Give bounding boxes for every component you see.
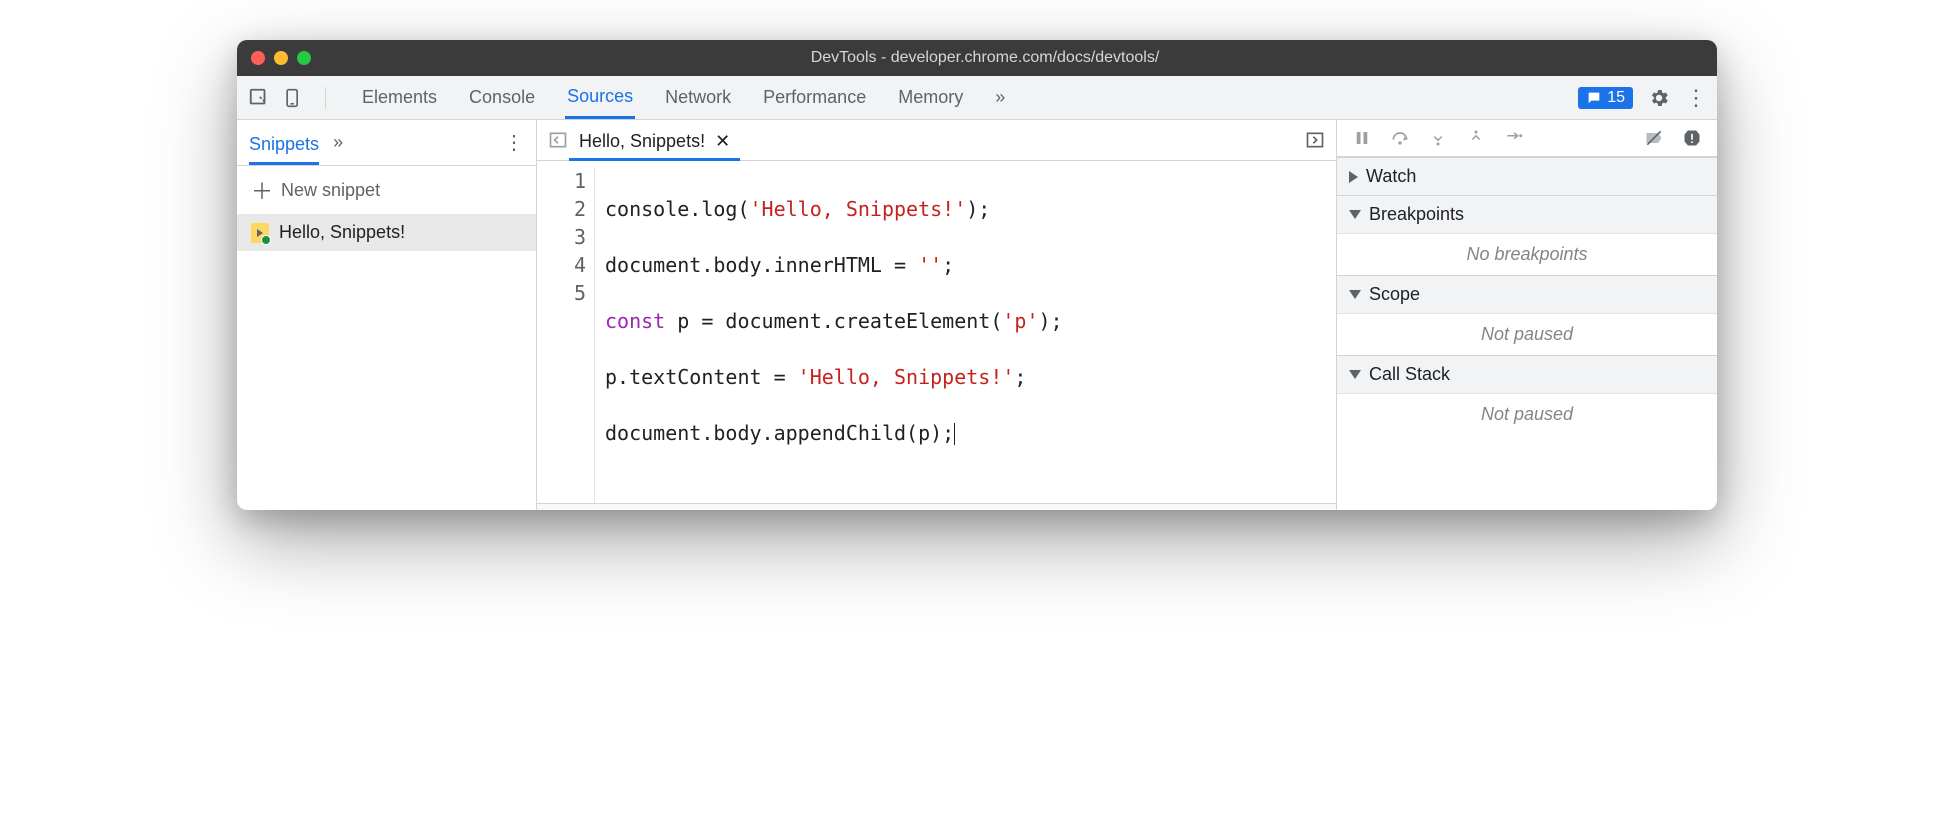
new-snippet-label: New snippet [281,180,380,201]
code-content[interactable]: console.log('Hello, Snippets!'); documen… [595,167,1332,503]
tab-sources[interactable]: Sources [565,77,635,119]
editor-status-bar: { } Line 5, Column 30 ⌘+Enter Coverage: … [537,503,1336,510]
tab-network[interactable]: Network [663,78,733,117]
line-gutter: 1 2 3 4 5 [541,167,595,503]
debugger-panel: Watch Breakpoints No breakpoints Scope N… [1337,120,1717,510]
devtools-window: DevTools - developer.chrome.com/docs/dev… [237,40,1717,510]
kebab-menu-icon[interactable]: ⋮ [1685,85,1707,111]
snippet-file-icon [251,223,269,243]
chevron-down-icon [1349,370,1361,379]
scope-section-header[interactable]: Scope [1337,275,1717,313]
snippet-name: Hello, Snippets! [279,222,405,243]
chevron-down-icon [1349,290,1361,299]
main-toolbar: Elements Console Sources Network Perform… [237,76,1717,120]
nav-left-icon[interactable] [547,129,569,151]
close-tab-icon[interactable]: ✕ [715,131,730,152]
navigator-overflow-icon[interactable]: » [333,128,343,157]
step-into-icon[interactable] [1427,127,1449,149]
step-icon[interactable] [1503,127,1525,149]
code-editor[interactable]: 1 2 3 4 5 console.log('Hello, Snippets!'… [537,161,1336,503]
callstack-empty: Not paused [1337,393,1717,435]
watch-section-header[interactable]: Watch [1337,157,1717,195]
editor-file-name: Hello, Snippets! [579,131,705,152]
issues-badge[interactable]: 15 [1578,87,1633,109]
step-out-icon[interactable] [1465,127,1487,149]
minimize-window-icon[interactable] [274,51,288,65]
tab-elements[interactable]: Elements [360,78,439,117]
panel-tabs: Elements Console Sources Network Perform… [360,77,1007,118]
navigator-panel: Snippets » ⋮ ＋ New snippet Hello, Snippe… [237,120,537,510]
scope-empty: Not paused [1337,313,1717,355]
inspect-element-icon[interactable] [247,86,271,110]
tab-memory[interactable]: Memory [896,78,965,117]
breakpoints-section-header[interactable]: Breakpoints [1337,195,1717,233]
window-title: DevTools - developer.chrome.com/docs/dev… [327,49,1703,67]
tab-performance[interactable]: Performance [761,78,868,117]
editor-file-tab[interactable]: Hello, Snippets! ✕ [569,125,740,161]
editor-panel: Hello, Snippets! ✕ 1 2 3 4 5 console.log… [537,120,1337,510]
close-window-icon[interactable] [251,51,265,65]
deactivate-breakpoints-icon[interactable] [1643,127,1665,149]
tabs-overflow-icon[interactable]: » [993,78,1007,117]
pause-icon[interactable] [1351,127,1373,149]
issues-count: 15 [1607,89,1625,107]
plus-icon: ＋ [251,174,273,206]
device-toggle-icon[interactable] [281,86,305,110]
pause-on-exceptions-icon[interactable] [1681,127,1703,149]
navigator-tab-snippets[interactable]: Snippets [249,130,319,165]
new-snippet-button[interactable]: ＋ New snippet [237,166,536,214]
chevron-down-icon [1349,210,1361,219]
settings-gear-icon[interactable] [1647,86,1671,110]
window-titlebar: DevTools - developer.chrome.com/docs/dev… [237,40,1717,76]
breakpoints-empty: No breakpoints [1337,233,1717,275]
navigator-menu-icon[interactable]: ⋮ [504,130,524,155]
debugger-toolbar [1337,120,1717,157]
callstack-section-header[interactable]: Call Stack [1337,355,1717,393]
zoom-window-icon[interactable] [297,51,311,65]
nav-right-icon[interactable] [1304,129,1326,151]
step-over-icon[interactable] [1389,127,1411,149]
snippet-list-item[interactable]: Hello, Snippets! [237,214,536,251]
chevron-right-icon [1349,171,1358,183]
traffic-lights [251,51,311,65]
text-cursor [954,423,955,445]
tab-console[interactable]: Console [467,78,537,117]
